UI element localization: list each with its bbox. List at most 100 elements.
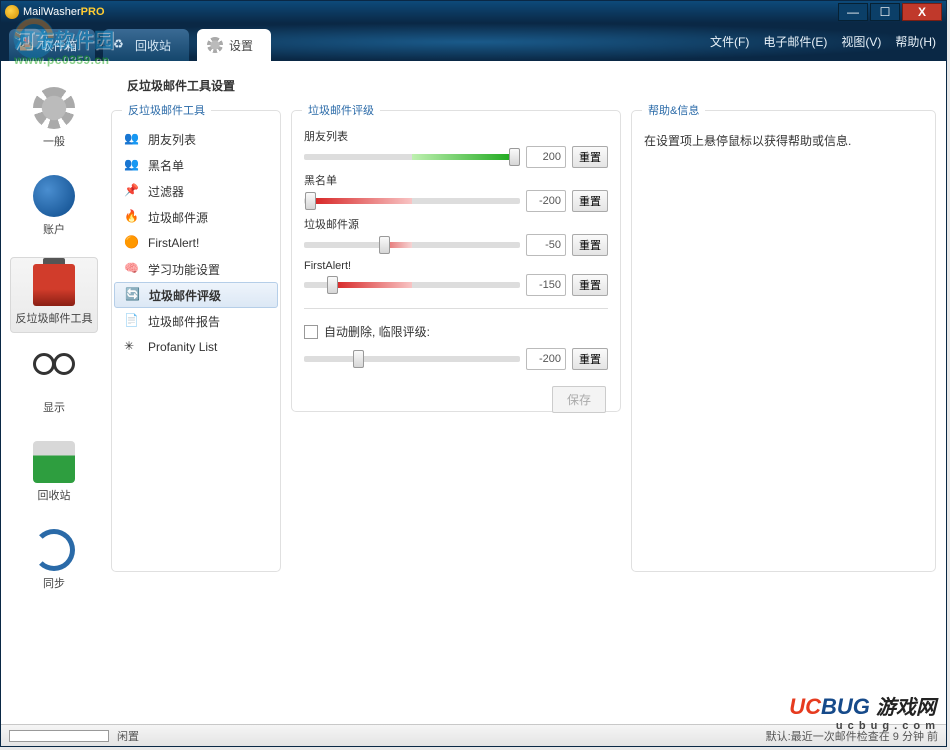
app-suffix-text: PRO (81, 6, 105, 18)
rating-group: 黑名单 -200 重置 (304, 172, 608, 212)
rating-label: 黑名单 (304, 172, 608, 188)
ratings-panel: 垃圾邮件评级 朋友列表200重置黑名单-200重置垃圾邮件源-50重置First… (291, 102, 621, 412)
progress-meter (9, 730, 109, 742)
tool-label: Profanity List (148, 340, 217, 354)
tool-label: 朋友列表 (148, 131, 196, 148)
ratings-panel-title: 垃圾邮件评级 (302, 102, 380, 118)
slider-thumb-icon[interactable] (353, 350, 364, 368)
app-logo-icon (5, 5, 19, 19)
tool-filter[interactable]: 📌过滤器 (114, 178, 278, 204)
status-idle-text: 闲置 (117, 728, 139, 744)
slider-thumb-icon[interactable] (327, 276, 338, 294)
save-row: 保存 (304, 386, 608, 413)
auto-delete-value[interactable]: -200 (526, 348, 566, 370)
divider (304, 308, 608, 309)
rating-label: 垃圾邮件源 (304, 216, 608, 232)
tool-learning[interactable]: 🧠 学习功能设置 (114, 256, 278, 282)
profanity-icon: ✳ (124, 339, 140, 355)
rating-group: 垃圾邮件源 -50 重置 (304, 216, 608, 256)
tool-report[interactable]: 📄垃圾邮件报告 (114, 308, 278, 334)
rating-slider[interactable] (304, 148, 520, 166)
app-name-text: MailWasher (23, 6, 81, 18)
main-area: 一般 账户 反垃圾邮件工具 显示 回收站 同步 (1, 61, 946, 724)
page-title: 反垃圾邮件工具设置 (111, 71, 936, 102)
tool-rating[interactable]: 🔄垃圾邮件评级 (114, 282, 278, 308)
report-icon: 📄 (124, 313, 140, 329)
help-panel: 帮助&信息 在设置项上悬停鼠标以获得帮助或信息. (631, 102, 936, 572)
sidebar-item-label: 反垃圾邮件工具 (16, 310, 93, 326)
settings-content: 反垃圾邮件工具设置 反垃圾邮件工具 👥朋友列表 👥黑名单 📌过滤器 🔥垃圾邮件源… (107, 61, 946, 724)
tools-panel: 反垃圾邮件工具 👥朋友列表 👥黑名单 📌过滤器 🔥垃圾邮件源 🟠FirstAle… (111, 102, 281, 572)
reset-button[interactable]: 重置 (572, 348, 608, 370)
rating-value[interactable]: -50 (526, 234, 566, 256)
tool-label: FirstAlert! (148, 236, 199, 250)
tool-spamsource[interactable]: 🔥 垃圾邮件源 (114, 204, 278, 230)
tool-label: 学习功能设置 (148, 261, 220, 278)
maximize-button[interactable]: ☐ (870, 3, 900, 21)
sidebar-item-label: 显示 (43, 399, 65, 415)
rating-slider[interactable] (304, 192, 520, 210)
sidebar-item-label: 同步 (43, 575, 65, 591)
tool-label: 垃圾邮件源 (148, 209, 208, 226)
reset-button[interactable]: 重置 (572, 146, 608, 168)
app-title: MailWasherPRO (23, 6, 105, 18)
at-icon (33, 175, 75, 217)
sidebar-item-label: 回收站 (38, 487, 71, 503)
recycle-bin-icon (33, 441, 75, 483)
sidebar-item-sync[interactable]: 同步 (10, 523, 98, 597)
sidebar-item-label: 一般 (43, 133, 65, 149)
tool-friends[interactable]: 👥 朋友列表 (114, 126, 278, 152)
rating-slider[interactable] (304, 236, 520, 254)
settings-sidebar: 一般 账户 反垃圾邮件工具 显示 回收站 同步 (1, 61, 107, 724)
slider-thumb-icon[interactable] (305, 192, 316, 210)
rating-value[interactable]: -150 (526, 274, 566, 296)
titlebar: MailWasherPRO — ☐ X (1, 1, 946, 23)
slider-thumb-icon[interactable] (379, 236, 390, 254)
gear-icon (207, 37, 223, 53)
glasses-icon (33, 353, 75, 395)
sidebar-item-general[interactable]: 一般 (10, 81, 98, 155)
rating-label: 朋友列表 (304, 128, 608, 144)
auto-delete-checkbox[interactable] (304, 325, 318, 339)
slider-thumb-icon[interactable] (509, 148, 520, 166)
close-button[interactable]: X (902, 3, 942, 21)
fire-icon: 🔥 (124, 209, 140, 225)
tool-firstalert[interactable]: 🟠FirstAlert! (114, 230, 278, 256)
brain-icon: 🧠 (124, 261, 140, 277)
tab-inbox-label: 收件箱 (41, 37, 77, 54)
tab-settings[interactable]: 设置 (197, 29, 271, 61)
rating-label: FirstAlert! (304, 260, 608, 272)
tab-recycle[interactable]: ♻ 回收站 (103, 29, 189, 61)
tool-blacklist[interactable]: 👥黑名单 (114, 152, 278, 178)
rating-value[interactable]: 200 (526, 146, 566, 168)
auto-delete-slider[interactable] (304, 350, 520, 368)
sidebar-item-spamtools[interactable]: 反垃圾邮件工具 (10, 257, 98, 333)
menu-email[interactable]: 电子邮件(E) (763, 33, 827, 50)
menu-help[interactable]: 帮助(H) (895, 33, 936, 50)
tab-settings-label: 设置 (229, 37, 253, 54)
gear-icon (33, 87, 75, 129)
rating-value[interactable]: -200 (526, 190, 566, 212)
sidebar-item-display[interactable]: 显示 (10, 347, 98, 421)
minimize-button[interactable]: — (838, 3, 868, 21)
friends-icon: 👥 (124, 131, 140, 147)
rating-slider[interactable] (304, 276, 520, 294)
sidebar-item-accounts[interactable]: 账户 (10, 169, 98, 243)
tool-label: 垃圾邮件评级 (149, 287, 221, 304)
app-window: MailWasherPRO — ☐ X 📥 收件箱 ♻ 回收站 设置 文件(F)… (0, 0, 947, 747)
tab-inbox[interactable]: 📥 收件箱 (9, 29, 95, 61)
save-button[interactable]: 保存 (552, 386, 606, 413)
reset-button[interactable]: 重置 (572, 190, 608, 212)
menubar: 文件(F) 电子邮件(E) 视图(V) 帮助(H) (710, 33, 936, 50)
menu-view[interactable]: 视图(V) (841, 33, 881, 50)
reset-button[interactable]: 重置 (572, 234, 608, 256)
inbox-icon: 📥 (19, 37, 35, 53)
tool-profanity[interactable]: ✳ Profanity List (114, 334, 278, 360)
reset-button[interactable]: 重置 (572, 274, 608, 296)
top-toolbar: 📥 收件箱 ♻ 回收站 设置 文件(F) 电子邮件(E) 视图(V) 帮助(H) (1, 23, 946, 61)
sidebar-item-recycle[interactable]: 回收站 (10, 435, 98, 509)
help-text: 在设置项上悬停鼠标以获得帮助或信息. (632, 122, 935, 159)
menu-file[interactable]: 文件(F) (710, 33, 749, 50)
blacklist-icon: 👥 (124, 157, 140, 173)
sync-icon (33, 529, 75, 571)
